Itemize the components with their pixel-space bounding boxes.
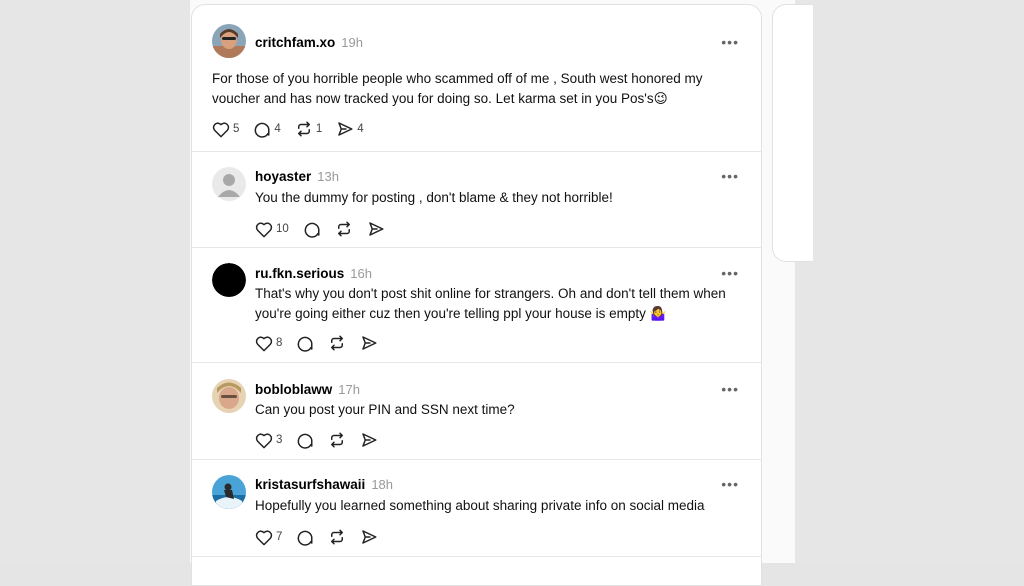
- post-actions: 10: [255, 220, 399, 238]
- like-button[interactable]: 5: [212, 121, 239, 138]
- more-options-icon[interactable]: •••: [721, 265, 739, 281]
- thread-feed: critchfam.xo 19h ••• For those of you hor…: [191, 4, 762, 586]
- post-actions: 8: [255, 334, 392, 352]
- post-text-line: Can you post your PIN and SSN next time?: [255, 402, 515, 417]
- avatar[interactable]: [212, 24, 246, 58]
- share-icon: [360, 528, 378, 546]
- reply-post: kristasurfshawaii 18h ••• Hopefully you l…: [192, 460, 761, 557]
- repost-button[interactable]: [328, 334, 346, 352]
- original-post: critchfam.xo 19h ••• For those of you hor…: [192, 5, 761, 152]
- avatar[interactable]: [212, 263, 246, 297]
- timestamp: 13h: [317, 169, 339, 184]
- post-text: Can you post your PIN and SSN next time?: [255, 400, 745, 420]
- reply-button[interactable]: [303, 220, 321, 238]
- share-icon: [336, 120, 354, 138]
- timestamp: 17h: [338, 382, 360, 397]
- post-actions: 3: [255, 431, 392, 449]
- username[interactable]: bobloblaww 17h: [255, 382, 360, 397]
- more-options-icon[interactable]: •••: [721, 168, 739, 184]
- avatar[interactable]: [212, 167, 246, 201]
- post-text-line: You the dummy for posting , don't blame …: [255, 190, 613, 205]
- repost-icon: [328, 431, 346, 449]
- comment-icon: [296, 431, 314, 449]
- share-icon: [360, 334, 378, 352]
- reply-post: hoyaster 13h ••• You the dummy for postin…: [192, 152, 761, 248]
- share-button[interactable]: 4: [336, 120, 364, 138]
- avatar[interactable]: [212, 475, 246, 509]
- like-button[interactable]: 7: [255, 529, 282, 546]
- username[interactable]: critchfam.xo 19h: [255, 35, 363, 50]
- repost-icon: [335, 220, 353, 238]
- timestamp: 19h: [341, 35, 363, 50]
- post-actions: 7: [255, 528, 392, 546]
- username-text[interactable]: hoyaster: [255, 169, 311, 184]
- repost-button[interactable]: [328, 528, 346, 546]
- username-text[interactable]: bobloblaww: [255, 382, 332, 397]
- post-text-line: That's why you don't post shit online fo…: [255, 286, 726, 301]
- comment-icon: [296, 528, 314, 546]
- post-text-line: Hopefully you learned something about sh…: [255, 498, 705, 513]
- right-background: [795, 0, 1024, 563]
- like-button[interactable]: 8: [255, 335, 282, 352]
- reply-button[interactable]: [296, 431, 314, 449]
- like-count: 3: [276, 434, 283, 446]
- post-text: For those of you horrible people who sca…: [212, 69, 742, 109]
- reply-button[interactable]: 4: [253, 120, 281, 138]
- left-background: [0, 0, 190, 563]
- username[interactable]: hoyaster 13h: [255, 169, 339, 184]
- more-options-icon[interactable]: •••: [721, 476, 739, 492]
- repost-count: 1: [315, 123, 323, 135]
- share-icon: [360, 431, 378, 449]
- heart-icon: [255, 529, 273, 546]
- username[interactable]: ru.fkn.serious 16h: [255, 266, 372, 281]
- like-count: 5: [233, 123, 240, 135]
- post-text: That's why you don't post shit online fo…: [255, 284, 750, 324]
- comment-icon: [303, 220, 321, 238]
- share-button[interactable]: [360, 334, 378, 352]
- username-text[interactable]: critchfam.xo: [255, 35, 335, 50]
- timestamp: 18h: [371, 477, 394, 492]
- post-text-line: voucher and has now tracked you for doin…: [212, 91, 668, 106]
- heart-icon: [255, 221, 273, 238]
- reply-button[interactable]: [296, 334, 314, 352]
- share-icon: [367, 220, 385, 238]
- repost-icon: [328, 528, 346, 546]
- post-text: You the dummy for posting , don't blame …: [255, 188, 745, 208]
- more-options-icon[interactable]: •••: [721, 34, 739, 50]
- timestamp: 16h: [350, 266, 372, 281]
- reply-button[interactable]: [296, 528, 314, 546]
- repost-button[interactable]: [335, 220, 353, 238]
- post-text-line: you're going either cuz then you're tell…: [255, 306, 667, 321]
- avatar[interactable]: [212, 379, 246, 413]
- post-text-line: For those of you horrible people who sca…: [212, 71, 703, 86]
- like-count: 10: [276, 223, 289, 235]
- post-actions: 5 4 1 4: [212, 120, 378, 138]
- comment-icon: [253, 120, 271, 138]
- username-text[interactable]: kristasurfshawaii: [255, 477, 365, 492]
- repost-button[interactable]: 1: [295, 120, 322, 138]
- like-button[interactable]: 3: [255, 432, 282, 449]
- like-count: 8: [276, 337, 283, 349]
- comment-icon: [296, 334, 314, 352]
- heart-icon: [212, 121, 230, 138]
- reply-post: ru.fkn.serious 16h ••• That's why you don…: [192, 248, 761, 363]
- side-panel: [772, 4, 813, 262]
- share-button[interactable]: [360, 431, 378, 449]
- heart-icon: [255, 335, 273, 352]
- like-button[interactable]: 10: [255, 221, 289, 238]
- share-button[interactable]: [367, 220, 385, 238]
- repost-icon: [295, 120, 313, 138]
- heart-icon: [255, 432, 273, 449]
- share-count: 4: [357, 123, 364, 135]
- post-text: Hopefully you learned something about sh…: [255, 496, 750, 516]
- share-button[interactable]: [360, 528, 378, 546]
- username[interactable]: kristasurfshawaii 18h: [255, 477, 393, 492]
- like-count: 7: [276, 531, 283, 543]
- repost-button[interactable]: [328, 431, 346, 449]
- reply-post: bobloblaww 17h ••• Can you post your PIN …: [192, 363, 761, 460]
- repost-icon: [328, 334, 346, 352]
- username-text[interactable]: ru.fkn.serious: [255, 266, 344, 281]
- reply-count: 4: [274, 123, 281, 135]
- more-options-icon[interactable]: •••: [721, 381, 739, 397]
